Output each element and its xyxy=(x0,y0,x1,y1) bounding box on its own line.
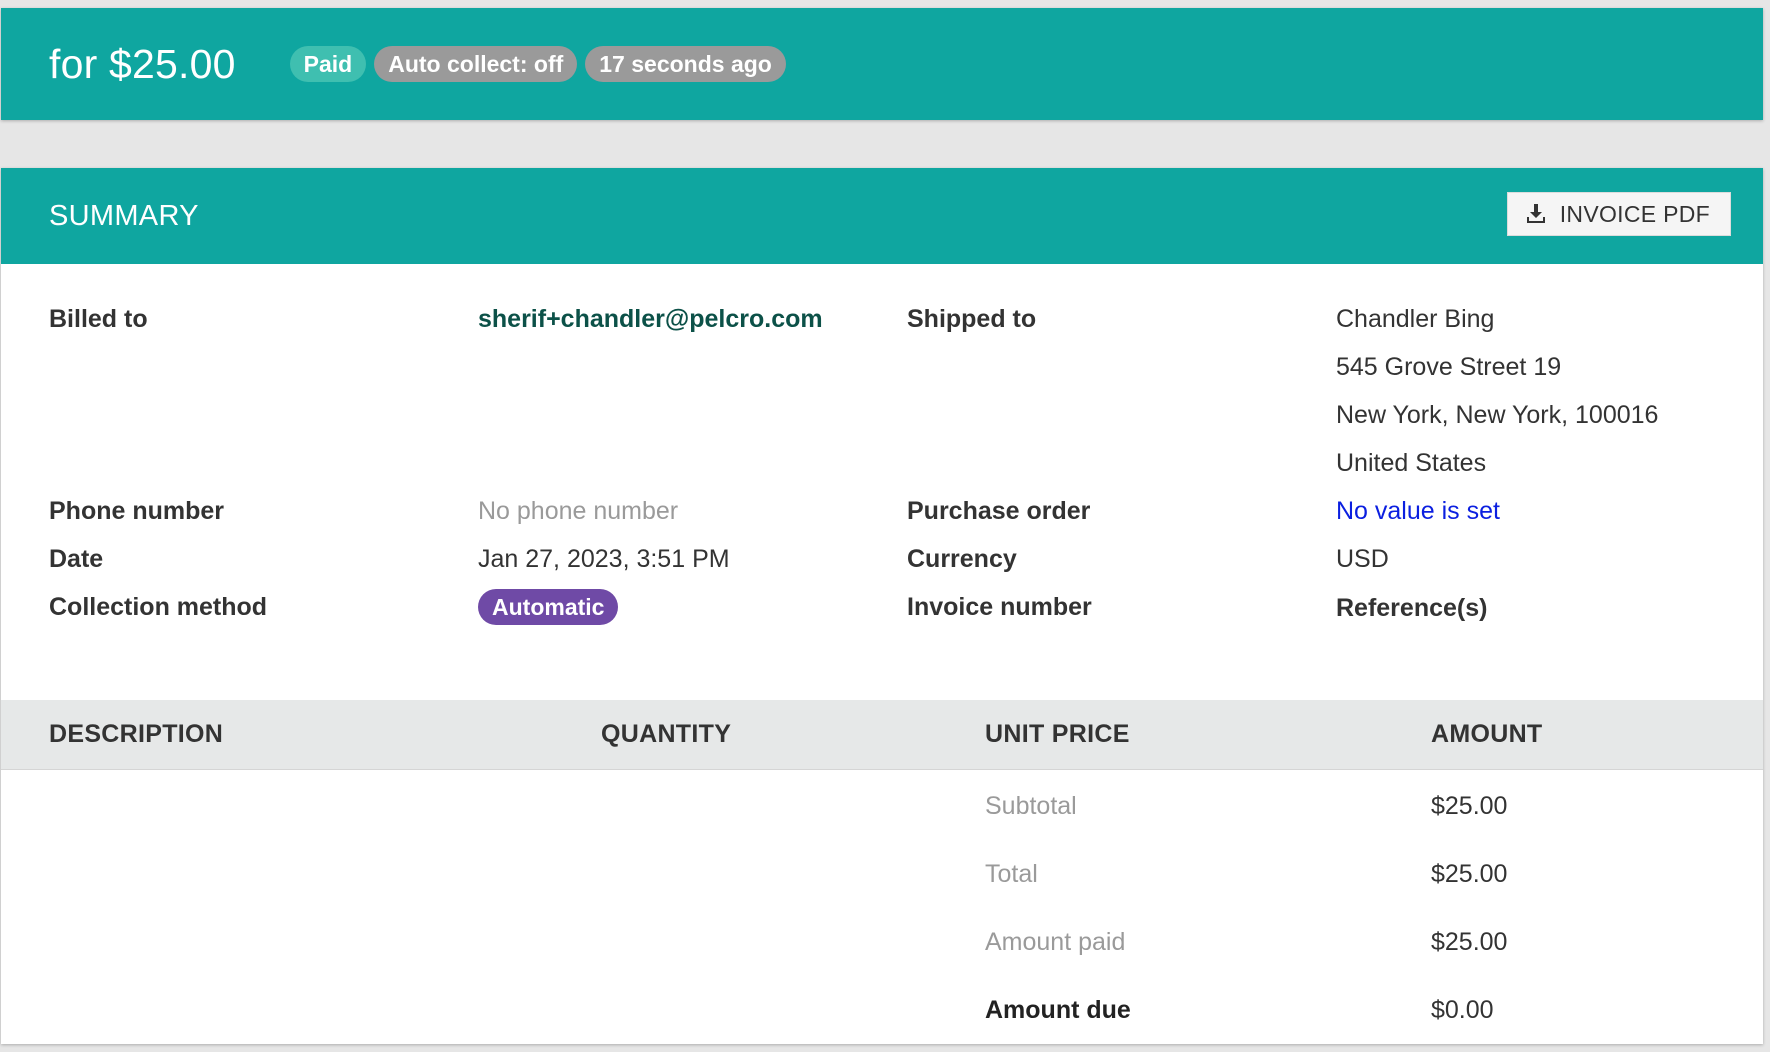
invoice-number-label: Invoice number xyxy=(907,593,1092,621)
column-unit-price: UNIT PRICE xyxy=(985,720,1130,748)
collection-method-value: Automatic xyxy=(478,589,619,625)
amount-due-label: Amount due xyxy=(985,996,1131,1024)
amount-due-value: $0.00 xyxy=(1431,996,1494,1024)
purchase-order-label: Purchase order xyxy=(907,497,1091,525)
collection-method-badge: Automatic xyxy=(478,589,619,625)
summary-card: SUMMARY INVOICE PDF Billed to Phone numb… xyxy=(1,168,1763,1044)
currency-label: Currency xyxy=(907,545,1017,573)
summary-title: SUMMARY xyxy=(49,199,199,232)
billed-to-email[interactable]: sherif+chandler@pelcro.com xyxy=(478,304,823,334)
invoice-page: for $25.00 Paid Auto collect: off 17 sec… xyxy=(0,0,1770,1052)
auto-collect-badge: Auto collect: off xyxy=(374,46,578,82)
total-label: Total xyxy=(985,860,1038,888)
amount-paid-value: $25.00 xyxy=(1431,928,1508,956)
date-value: Jan 27, 2023, 3:51 PM xyxy=(478,545,730,573)
phone-label: Phone number xyxy=(49,497,225,525)
amount-paid-label: Amount paid xyxy=(985,928,1126,956)
date-label: Date xyxy=(49,545,104,573)
invoice-header: for $25.00 Paid Auto collect: off 17 sec… xyxy=(1,8,1763,120)
shipped-to-label: Shipped to xyxy=(907,305,1037,333)
column-description: DESCRIPTION xyxy=(49,720,224,748)
line-items-header: DESCRIPTION QUANTITY UNIT PRICE AMOUNT xyxy=(1,700,1763,770)
subtotal-value: $25.00 xyxy=(1431,792,1508,820)
shipped-to-name: Chandler Bing xyxy=(1336,305,1495,333)
phone-value: No phone number xyxy=(478,497,679,525)
shipped-to-country: United States xyxy=(1336,449,1487,477)
purchase-order-value[interactable]: No value is set xyxy=(1336,496,1500,526)
invoice-title: for $25.00 xyxy=(49,40,236,87)
billed-to-label: Billed to xyxy=(49,305,148,333)
references-label: Reference(s) xyxy=(1336,594,1488,622)
column-quantity: QUANTITY xyxy=(601,720,732,748)
download-icon xyxy=(1524,202,1548,226)
total-value: $25.00 xyxy=(1431,860,1508,888)
shipped-to-street: 545 Grove Street 19 xyxy=(1336,353,1562,381)
shipped-to-city: New York, New York, 100016 xyxy=(1336,401,1659,429)
invoice-pdf-label: INVOICE PDF xyxy=(1559,200,1710,227)
status-badge: Paid xyxy=(289,46,367,82)
time-ago-badge: 17 seconds ago xyxy=(585,46,786,82)
invoice-pdf-button[interactable]: INVOICE PDF xyxy=(1506,192,1731,236)
collection-method-label: Collection method xyxy=(49,593,268,621)
currency-value: USD xyxy=(1336,545,1389,573)
column-amount: AMOUNT xyxy=(1431,720,1543,748)
invoice-details: Billed to Phone number Date Collection m… xyxy=(1,264,1763,700)
summary-header: SUMMARY INVOICE PDF xyxy=(1,168,1763,264)
subtotal-label: Subtotal xyxy=(985,792,1077,820)
